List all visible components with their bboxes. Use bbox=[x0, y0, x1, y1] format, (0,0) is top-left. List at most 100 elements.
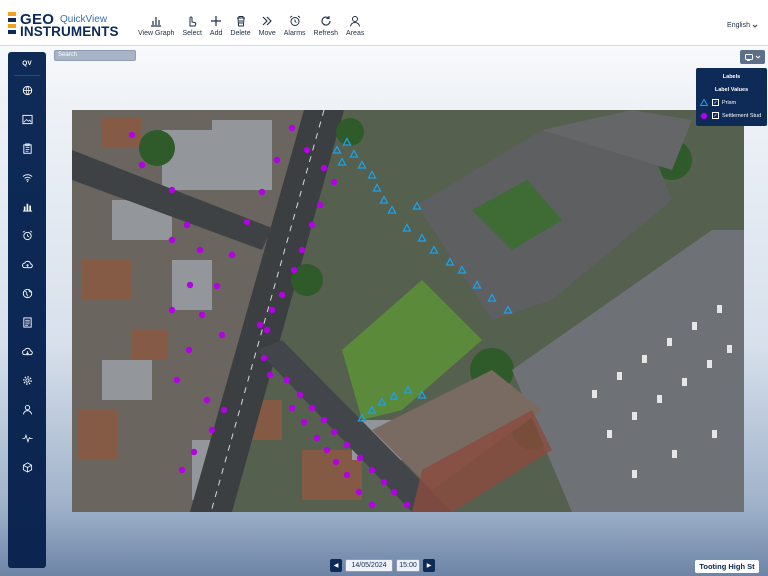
settlement-stud-marker[interactable] bbox=[368, 501, 376, 509]
settlement-stud-marker[interactable] bbox=[288, 404, 296, 412]
settlement-stud-marker[interactable] bbox=[330, 178, 338, 186]
layer-row-prism[interactable]: ✓ Prism bbox=[696, 96, 767, 109]
settlement-stud-marker[interactable] bbox=[390, 488, 398, 496]
time-field[interactable]: 15:00 bbox=[396, 559, 420, 572]
plus-icon bbox=[211, 16, 222, 26]
settlement-stud-marker[interactable] bbox=[168, 236, 176, 244]
delete-button[interactable]: Delete bbox=[226, 15, 254, 41]
sidebar-item-globe[interactable] bbox=[8, 76, 46, 105]
settlement-stud-marker[interactable] bbox=[203, 396, 211, 404]
label-values-toggle[interactable]: Label Values bbox=[696, 83, 767, 96]
gear-icon bbox=[22, 376, 32, 385]
settlement-stud-marker[interactable] bbox=[330, 428, 338, 436]
settlement-stud-checkbox[interactable]: ✓ bbox=[712, 112, 719, 119]
settlement-stud-marker[interactable] bbox=[266, 371, 274, 379]
settlement-stud-marker[interactable] bbox=[380, 478, 388, 486]
settlement-stud-marker[interactable] bbox=[332, 458, 340, 466]
sidebar-header[interactable]: QV bbox=[14, 52, 40, 76]
settlement-stud-marker[interactable] bbox=[185, 346, 193, 354]
settlement-stud-marker[interactable] bbox=[300, 418, 308, 426]
settlement-stud-marker[interactable] bbox=[168, 186, 176, 194]
settlement-stud-marker[interactable] bbox=[183, 221, 191, 229]
sidebar-item-wifi[interactable] bbox=[8, 163, 46, 192]
settlement-stud-marker[interactable] bbox=[196, 246, 204, 254]
sidebar-item-settings[interactable] bbox=[8, 366, 46, 395]
labels-toggle[interactable]: Labels bbox=[696, 70, 767, 83]
settlement-stud-marker[interactable] bbox=[256, 321, 264, 329]
settlement-stud-symbol-icon bbox=[699, 112, 709, 120]
settlement-stud-marker[interactable] bbox=[403, 501, 411, 509]
settlement-stud-marker[interactable] bbox=[213, 282, 221, 290]
select-button[interactable]: Select bbox=[178, 15, 205, 41]
alarms-button[interactable]: Alarms bbox=[280, 15, 310, 41]
sidebar-item-graph[interactable] bbox=[8, 192, 46, 221]
previous-date-button[interactable]: ◀ bbox=[330, 559, 342, 572]
sidebar-item-download[interactable] bbox=[8, 337, 46, 366]
sidebar-item-image[interactable] bbox=[8, 105, 46, 134]
settlement-stud-marker[interactable] bbox=[323, 446, 331, 454]
sidebar-item-upload[interactable] bbox=[8, 250, 46, 279]
search-input[interactable]: Search bbox=[54, 50, 136, 61]
settlement-stud-marker[interactable] bbox=[308, 221, 316, 229]
settlement-stud-marker[interactable] bbox=[220, 406, 228, 414]
settlement-stud-marker[interactable] bbox=[186, 281, 194, 289]
settlement-stud-marker[interactable] bbox=[208, 426, 216, 434]
pulse-icon bbox=[21, 434, 33, 444]
layers-toggle-button[interactable] bbox=[740, 50, 765, 64]
settlement-stud-marker[interactable] bbox=[320, 416, 328, 424]
settlement-stud-marker[interactable] bbox=[298, 246, 306, 254]
settlement-stud-marker[interactable] bbox=[243, 218, 251, 226]
language-select[interactable]: English bbox=[727, 22, 758, 29]
sidebar-item-pulse[interactable] bbox=[8, 424, 46, 453]
settlement-stud-marker[interactable] bbox=[198, 311, 206, 319]
settlement-stud-marker[interactable] bbox=[313, 434, 321, 442]
next-date-button[interactable]: ▶ bbox=[423, 559, 435, 572]
sidebar-item-earth[interactable] bbox=[8, 279, 46, 308]
sidebar-item-document[interactable] bbox=[8, 308, 46, 337]
settlement-stud-marker[interactable] bbox=[190, 448, 198, 456]
settlement-stud-marker[interactable] bbox=[263, 326, 271, 334]
prism-checkbox[interactable]: ✓ bbox=[712, 99, 719, 106]
alarms-label: Alarms bbox=[283, 30, 306, 37]
settlement-stud-marker[interactable] bbox=[343, 441, 351, 449]
aerial-map-view[interactable] bbox=[72, 110, 744, 512]
settlement-stud-marker[interactable] bbox=[258, 188, 266, 196]
settlement-stud-marker[interactable] bbox=[290, 266, 298, 274]
settlement-stud-marker[interactable] bbox=[356, 454, 364, 462]
settlement-stud-marker[interactable] bbox=[173, 376, 181, 384]
settlement-stud-marker[interactable] bbox=[355, 488, 363, 496]
settlement-stud-marker[interactable] bbox=[178, 466, 186, 474]
sidebar-item-user[interactable] bbox=[8, 395, 46, 424]
settlement-stud-marker[interactable] bbox=[168, 306, 176, 314]
bar-chart-icon bbox=[151, 17, 162, 27]
settlement-stud-marker[interactable] bbox=[303, 146, 311, 154]
settlement-stud-marker[interactable] bbox=[296, 391, 304, 399]
move-button[interactable]: Move bbox=[255, 15, 280, 41]
settlement-stud-marker[interactable] bbox=[260, 354, 268, 362]
settlement-stud-marker[interactable] bbox=[273, 156, 281, 164]
settlement-stud-marker[interactable] bbox=[278, 291, 286, 299]
settlement-stud-marker[interactable] bbox=[138, 161, 146, 169]
settlement-stud-marker[interactable] bbox=[308, 404, 316, 412]
add-button[interactable]: Add bbox=[206, 15, 226, 41]
view-graph-button[interactable]: View Graph bbox=[134, 15, 178, 41]
settlement-stud-marker[interactable] bbox=[343, 471, 351, 479]
settlement-stud-marker[interactable] bbox=[283, 376, 291, 384]
settlement-stud-marker[interactable] bbox=[320, 164, 328, 172]
settlement-stud-marker[interactable] bbox=[128, 131, 136, 139]
areas-button[interactable]: Areas bbox=[342, 15, 368, 41]
settlement-stud-marker[interactable] bbox=[268, 306, 276, 314]
settlement-stud-marker[interactable] bbox=[316, 201, 324, 209]
settlement-stud-marker[interactable] bbox=[218, 331, 226, 339]
arrow-left-icon: ◀ bbox=[333, 563, 339, 569]
date-field[interactable]: 14/05/2024 bbox=[345, 559, 393, 572]
settlement-stud-marker[interactable] bbox=[228, 251, 236, 259]
refresh-button[interactable]: Refresh bbox=[310, 15, 343, 41]
settlement-stud-marker[interactable] bbox=[368, 466, 376, 474]
sidebar-item-clipboard[interactable] bbox=[8, 134, 46, 163]
refresh-label: Refresh bbox=[313, 30, 339, 37]
layer-row-settlement-stud[interactable]: ✓ Settlement Stud bbox=[696, 109, 767, 122]
settlement-stud-marker[interactable] bbox=[288, 124, 296, 132]
sidebar-item-cube[interactable] bbox=[8, 453, 46, 482]
sidebar-item-alarms[interactable] bbox=[8, 221, 46, 250]
